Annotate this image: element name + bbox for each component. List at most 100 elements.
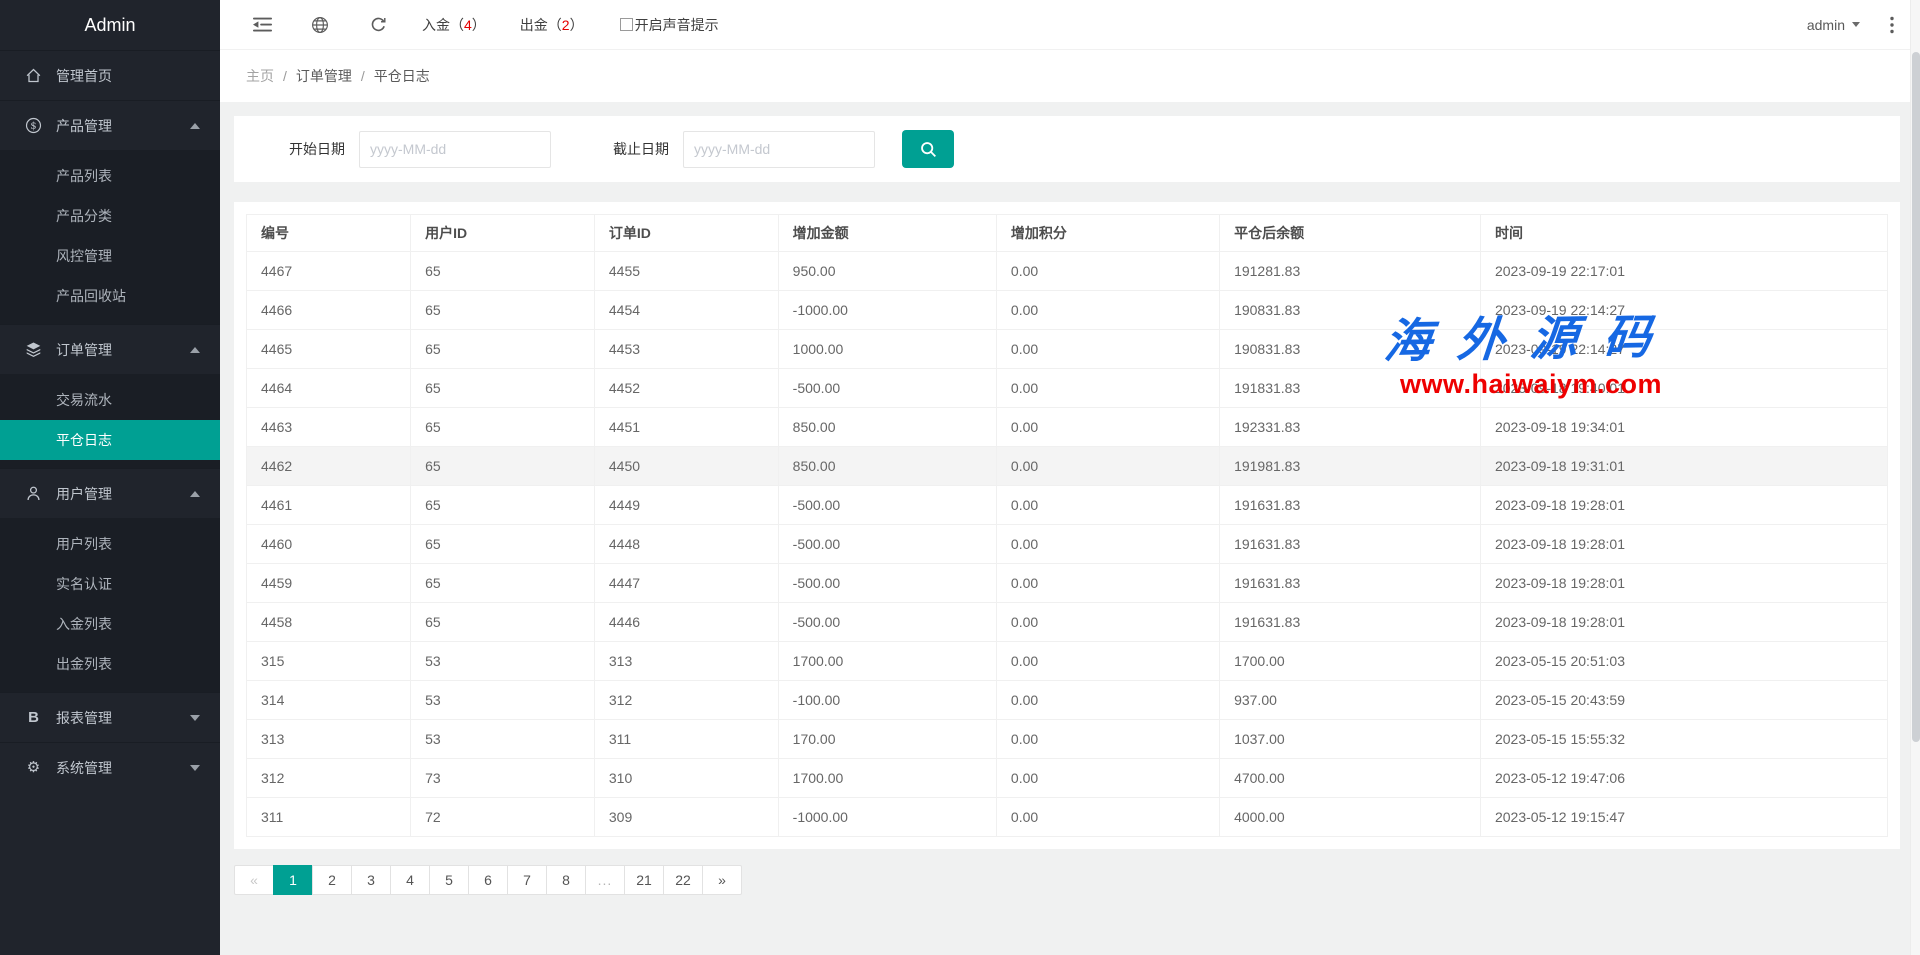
table-row[interactable]: 312733101700.000.004700.002023-05-12 19:…: [247, 759, 1888, 798]
table-cell: 310: [594, 759, 778, 798]
sidebar-item-close-position-log[interactable]: 平仓日志: [0, 420, 220, 460]
sidebar-item-label: 管理首页: [56, 66, 200, 86]
sound-alert-toggle[interactable]: 开启声音提示: [620, 15, 719, 35]
column-header: 编号: [247, 215, 411, 252]
settings-icon: ⚙: [24, 760, 43, 775]
table-row[interactable]: 31453312-100.000.00937.002023-05-15 20:4…: [247, 681, 1888, 720]
brand-title: Admin: [0, 0, 220, 50]
table-row[interactable]: 4462654450850.000.00191981.832023-09-18 …: [247, 447, 1888, 486]
globe-icon[interactable]: [310, 16, 330, 34]
search-button[interactable]: [902, 130, 954, 168]
page-button[interactable]: 6: [468, 865, 508, 895]
chevron-up-icon: [190, 347, 200, 353]
user-menu[interactable]: admin: [1807, 17, 1860, 33]
page-button[interactable]: »: [702, 865, 742, 895]
sidebar-item-product-category[interactable]: 产品分类: [0, 196, 220, 236]
table-row[interactable]: 4467654455950.000.00191281.832023-09-19 …: [247, 252, 1888, 291]
sidebar-item-trade-flow[interactable]: 交易流水: [0, 380, 220, 420]
table-row[interactable]: 4463654451850.000.00192331.832023-09-18 …: [247, 408, 1888, 447]
breadcrumb-separator: /: [361, 68, 365, 84]
table-cell: 0.00: [996, 681, 1219, 720]
collapse-menu-icon[interactable]: [252, 17, 272, 32]
table-row[interactable]: 4466654454-1000.000.00190831.832023-09-1…: [247, 291, 1888, 330]
page-button[interactable]: 21: [624, 865, 664, 895]
refresh-icon[interactable]: [368, 16, 388, 33]
svg-text:$: $: [30, 121, 36, 132]
breadcrumb-separator: /: [283, 68, 287, 84]
table-row[interactable]: 4460654448-500.000.00191631.832023-09-18…: [247, 525, 1888, 564]
sidebar-item-real-name-auth[interactable]: 实名认证: [0, 564, 220, 604]
table-cell: 0.00: [996, 369, 1219, 408]
table-cell: 72: [411, 798, 595, 837]
table-cell: 1000.00: [778, 330, 996, 369]
table-cell: 53: [411, 681, 595, 720]
table-cell: 65: [411, 252, 595, 291]
table-row[interactable]: 31353311170.000.001037.002023-05-15 15:5…: [247, 720, 1888, 759]
sidebar-item-user-list[interactable]: 用户列表: [0, 524, 220, 564]
table-cell: 4465: [247, 330, 411, 369]
sidebar-item-product-recycle[interactable]: 产品回收站: [0, 276, 220, 316]
start-date-input[interactable]: [359, 131, 551, 168]
sidebar-item-product-list[interactable]: 产品列表: [0, 156, 220, 196]
table-row[interactable]: 31172309-1000.000.004000.002023-05-12 19…: [247, 798, 1888, 837]
table-cell: 2023-09-18 19:31:01: [1480, 447, 1887, 486]
sidebar-item-product-mgmt[interactable]: $ 产品管理: [0, 100, 220, 150]
table-row[interactable]: 44656544531000.000.00190831.832023-09-19…: [247, 330, 1888, 369]
table-row[interactable]: 4461654449-500.000.00191631.832023-09-18…: [247, 486, 1888, 525]
sidebar-item-order-mgmt[interactable]: 订单管理: [0, 324, 220, 374]
sidebar-item-deposit-list[interactable]: 入金列表: [0, 604, 220, 644]
table-row[interactable]: 315533131700.000.001700.002023-05-15 20:…: [247, 642, 1888, 681]
scrollbar-thumb[interactable]: [1912, 52, 1920, 742]
sidebar-item-home[interactable]: 管理首页: [0, 50, 220, 100]
chevron-down-icon: [190, 715, 200, 721]
column-header: 增加积分: [996, 215, 1219, 252]
page-button-current[interactable]: 1: [273, 865, 313, 895]
table-row[interactable]: 4464654452-500.000.00191831.832023-09-18…: [247, 369, 1888, 408]
page-button[interactable]: 22: [663, 865, 703, 895]
sidebar-item-report-mgmt[interactable]: B报表管理: [0, 692, 220, 742]
scrollbar[interactable]: [1910, 0, 1920, 955]
start-date-label: 开始日期: [289, 139, 345, 159]
page-button[interactable]: 2: [312, 865, 352, 895]
withdraw-link[interactable]: 出金（2）: [520, 15, 584, 35]
table-cell: -500.00: [778, 486, 996, 525]
table-cell: 0.00: [996, 798, 1219, 837]
table-cell: -500.00: [778, 525, 996, 564]
table-cell: 0.00: [996, 252, 1219, 291]
topbar-icon-group: [252, 16, 388, 34]
breadcrumb-home[interactable]: 主页: [246, 66, 274, 86]
table-cell: 0.00: [996, 447, 1219, 486]
page-button[interactable]: 5: [429, 865, 469, 895]
table-row[interactable]: 4458654446-500.000.00191631.832023-09-18…: [247, 603, 1888, 642]
table-cell: 312: [247, 759, 411, 798]
table-cell: 4463: [247, 408, 411, 447]
end-date-input[interactable]: [683, 131, 875, 168]
breadcrumb-current: 平仓日志: [374, 66, 430, 86]
sidebar-item-label: 产品管理: [56, 116, 190, 136]
submenu-order-mgmt: 交易流水平仓日志: [0, 374, 220, 468]
table-cell: 0.00: [996, 642, 1219, 681]
table-cell: 2023-09-19 22:14:27: [1480, 330, 1887, 369]
table-cell: 4464: [247, 369, 411, 408]
chevron-up-icon: [190, 123, 200, 129]
table-cell: 850.00: [778, 447, 996, 486]
table-row[interactable]: 4459654447-500.000.00191631.832023-09-18…: [247, 564, 1888, 603]
page-button[interactable]: 4: [390, 865, 430, 895]
sidebar-item-withdraw-list[interactable]: 出金列表: [0, 644, 220, 684]
page-button[interactable]: 3: [351, 865, 391, 895]
kebab-menu-icon[interactable]: [1890, 16, 1894, 34]
deposit-link[interactable]: 入金（4）: [422, 15, 486, 35]
table-cell: 1700.00: [778, 759, 996, 798]
sidebar-item-risk-mgmt[interactable]: 风控管理: [0, 236, 220, 276]
withdraw-count: 2: [562, 17, 570, 33]
sidebar-item-label: 报表管理: [56, 708, 190, 728]
page-button[interactable]: 7: [507, 865, 547, 895]
page-button[interactable]: 8: [546, 865, 586, 895]
table-cell: -500.00: [778, 603, 996, 642]
sidebar-item-user-mgmt[interactable]: 用户管理: [0, 468, 220, 518]
column-header: 增加金额: [778, 215, 996, 252]
sidebar-item-system-mgmt[interactable]: ⚙系统管理: [0, 742, 220, 792]
sound-checkbox[interactable]: [620, 18, 633, 31]
table-cell: 0.00: [996, 408, 1219, 447]
table-cell: 311: [594, 720, 778, 759]
